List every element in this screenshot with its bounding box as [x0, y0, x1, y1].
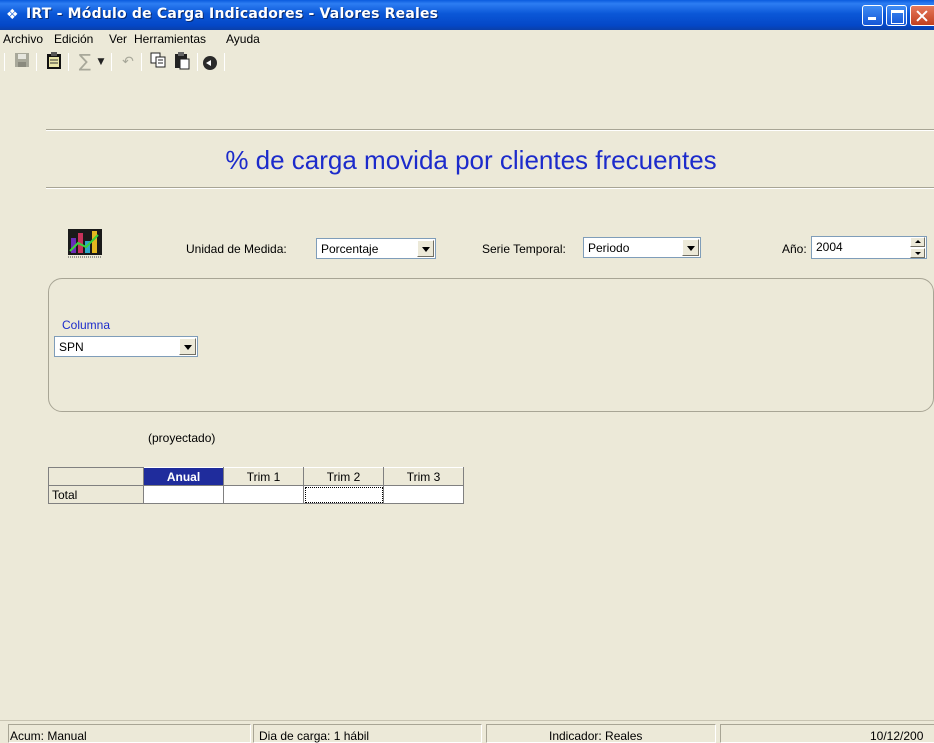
grid-corner: [48, 467, 144, 486]
minimize-button[interactable]: [862, 5, 883, 26]
chevron-down-icon[interactable]: [682, 239, 699, 256]
values-grid: Anual Trim 1 Trim 2 Trim 3 Total: [48, 467, 464, 504]
app-logo-icon: ❖: [6, 7, 19, 23]
column-header-trim3[interactable]: Trim 3: [383, 467, 464, 486]
save-icon[interactable]: [12, 52, 32, 72]
toolbar-separator: [224, 53, 225, 71]
cell-total-trim1[interactable]: [223, 485, 304, 504]
close-button[interactable]: [910, 5, 934, 26]
divider-bottom: [46, 187, 934, 189]
undo-icon[interactable]: ↶: [118, 52, 138, 72]
toolbar: ∑ ▼ ↶: [0, 48, 934, 76]
title-bar[interactable]: ❖ IRT - Módulo de Carga Indicadores - Va…: [0, 0, 934, 30]
cell-total-trim2[interactable]: [303, 485, 384, 504]
cell-total-anual[interactable]: [143, 485, 224, 504]
status-acum-text: Acum: Manual: [10, 729, 87, 743]
toolbar-separator: [68, 53, 69, 71]
back-icon[interactable]: [203, 56, 217, 70]
unidad-label: Unidad de Medida:: [186, 242, 287, 256]
page-title: % de carga movida por clientes frecuente…: [225, 145, 717, 175]
divider-top: [46, 129, 934, 131]
columna-select[interactable]: SPN: [54, 336, 198, 357]
column-header-trim2[interactable]: Trim 2: [303, 467, 384, 486]
sum-icon[interactable]: ∑: [75, 52, 95, 72]
status-dia: Dia de carga: 1 hábil: [253, 724, 482, 743]
row-header-total: Total: [48, 485, 144, 504]
window-title: IRT - Módulo de Carga Indicadores - Valo…: [26, 6, 439, 22]
menu-edicion[interactable]: Edición: [54, 32, 93, 46]
columna-label: Columna: [62, 318, 111, 332]
status-date-text: 10/12/200: [870, 729, 924, 743]
menu-archivo[interactable]: Archivo: [3, 32, 43, 46]
serie-value: Periodo: [588, 241, 630, 255]
projected-note: (proyectado): [148, 431, 216, 445]
chevron-down-icon[interactable]: ▼: [95, 52, 107, 72]
menu-bar: Archivo Edición Ver Herramientas Ayuda: [0, 30, 934, 48]
column-header-trim1[interactable]: Trim 1: [223, 467, 304, 486]
anio-label: Año:: [782, 242, 807, 256]
chevron-down-icon[interactable]: [417, 240, 434, 257]
unidad-value: Porcentaje: [321, 242, 379, 256]
menu-herramientas[interactable]: Herramientas: [134, 32, 206, 46]
unidad-select[interactable]: Porcentaje: [316, 238, 436, 259]
chevron-down-icon[interactable]: [179, 338, 196, 355]
anio-value: 2004: [816, 240, 843, 254]
serie-select[interactable]: Periodo: [583, 237, 701, 258]
status-dia-text: Dia de carga: 1 hábil: [259, 729, 370, 743]
table-row: Total: [48, 485, 464, 504]
status-date: 10/12/200: [720, 724, 934, 743]
status-bar: Acum: Manual Dia de carga: 1 hábil Indic…: [0, 720, 934, 743]
spin-down-icon[interactable]: [910, 248, 925, 258]
grid-header-row: Anual Trim 1 Trim 2 Trim 3: [48, 467, 464, 486]
maximize-button[interactable]: [886, 5, 907, 26]
toolbar-separator: [141, 53, 142, 71]
app-window: ❖ IRT - Módulo de Carga Indicadores - Va…: [0, 0, 934, 743]
status-indicador: Indicador: Reales: [486, 724, 716, 743]
serie-label: Serie Temporal:: [482, 242, 566, 256]
spin-up-icon[interactable]: [910, 237, 925, 247]
chart-icon[interactable]: [68, 229, 102, 259]
main-content: % de carga movida por clientes frecuente…: [8, 82, 934, 720]
toolbar-separator: [36, 53, 37, 71]
status-acum: Acum: Manual: [8, 724, 251, 743]
clipboard-icon[interactable]: [44, 52, 64, 72]
menu-ver[interactable]: Ver: [109, 32, 127, 46]
toolbar-grip: [4, 53, 5, 71]
anio-spinner[interactable]: 2004: [811, 236, 927, 259]
status-indicador-text: Indicador: Reales: [549, 729, 643, 743]
paste-icon[interactable]: [172, 52, 192, 72]
columna-value: SPN: [59, 340, 84, 354]
toolbar-separator: [111, 53, 112, 71]
copy-icon[interactable]: [148, 52, 168, 72]
menu-ayuda[interactable]: Ayuda: [226, 32, 260, 46]
cell-total-trim3[interactable]: [383, 485, 464, 504]
toolbar-separator: [197, 53, 198, 71]
column-header-anual[interactable]: Anual: [143, 467, 224, 486]
